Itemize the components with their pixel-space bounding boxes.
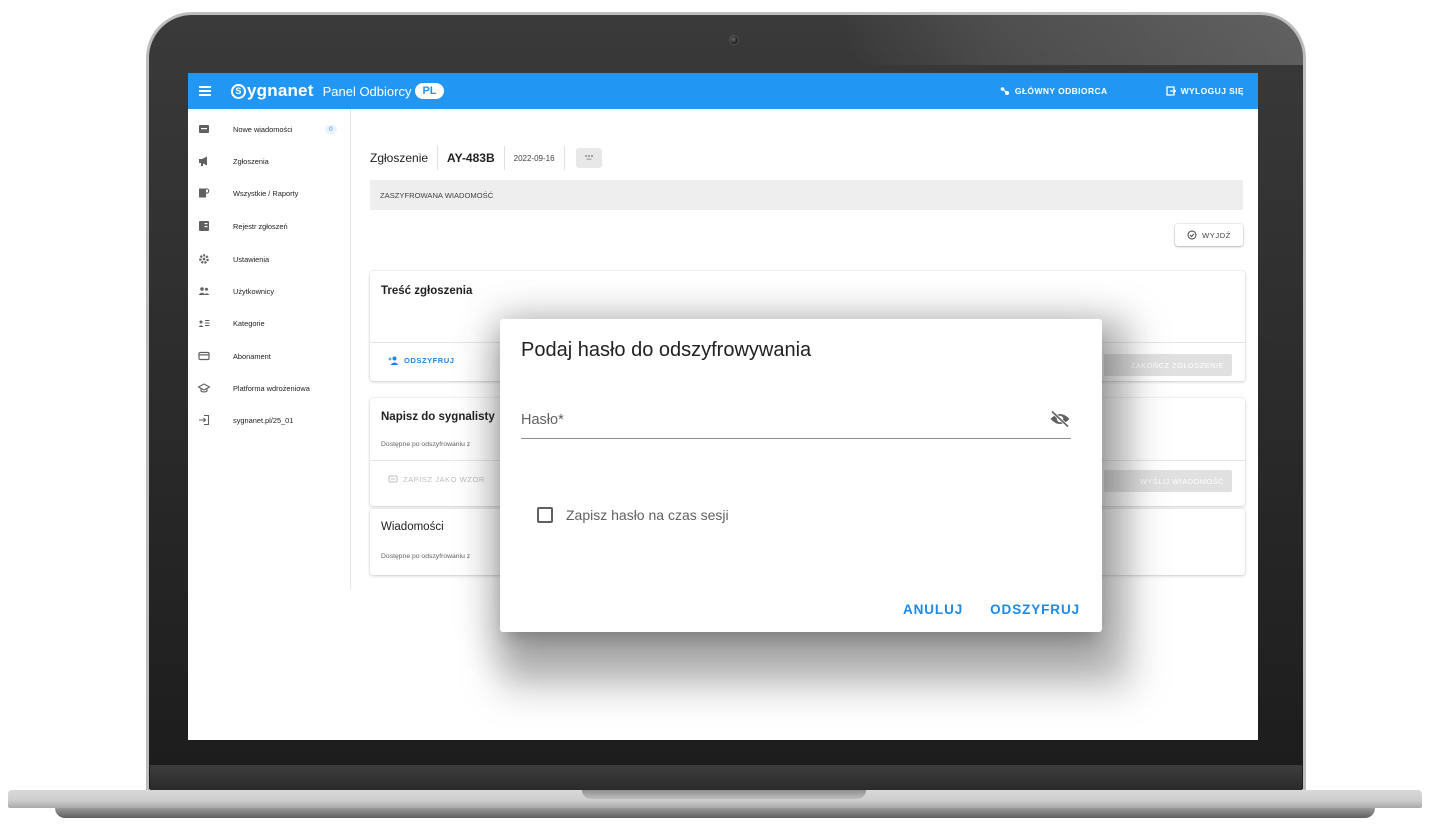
messages-card-title: Wiadomości (381, 521, 444, 533)
sidebar-item-label: Użytkownicy (233, 286, 275, 296)
sidebar-item-settings[interactable]: Ustawienia (188, 249, 351, 269)
sidebar-item-label: Wszystkie / Raporty (233, 188, 299, 198)
case-id: AY-483B (447, 151, 495, 165)
laptop-bottom-bezel (150, 765, 1302, 791)
remember-password-label: Zapisz hasło na czas sesji (566, 507, 729, 523)
sidebar-item-label: Kategorie (233, 318, 265, 328)
main-recipient-button[interactable]: GŁÓWNY ODBIORCA (1000, 86, 1108, 96)
report-search-icon (199, 188, 210, 198)
app-bar: S ygnanet Panel Odbiorcy PL GŁÓWNY ODBIO… (188, 73, 1258, 109)
case-content-title: Treść zgłoszenia (381, 285, 473, 297)
credit-card-icon (198, 351, 210, 361)
gear-icon (199, 254, 209, 264)
sidebar-item-external-link[interactable]: sygnanet.pl/25_01 (188, 410, 351, 430)
write-card-subtitle: Dostępne po odszyfrowaniu z (381, 441, 471, 448)
write-card-title: Napisz do sygnalisty (381, 411, 495, 423)
laptop-screen: S ygnanet Panel Odbiorcy PL GŁÓWNY ODBIO… (188, 73, 1258, 740)
case-date: 2022-09-16 (513, 153, 555, 163)
sidebar-item-reports[interactable]: Zgłoszenia (188, 151, 351, 171)
language-badge[interactable]: PL (415, 83, 444, 99)
sidebar-item-label: Rejestr zgłoszeń (233, 221, 288, 231)
finish-case-label: ZAKOŃCZ ZGŁOSZENIE (1130, 360, 1224, 370)
decrypt-content-label: ODSZYFRUJ (404, 356, 455, 365)
brand-name: ygnanet (247, 81, 314, 100)
laptop-base-bottom (55, 808, 1375, 818)
register-book-icon (199, 221, 209, 231)
decrypt-button[interactable]: ODSZYFRUJ (990, 602, 1080, 617)
visibility-off-icon[interactable] (1049, 410, 1071, 428)
external-login-icon (199, 414, 210, 426)
sidebar-item-register[interactable]: Rejestr zgłoszeń (188, 216, 351, 236)
save-as-template-button[interactable]: ZAPISZ JAKO WZOR (388, 475, 485, 484)
checkbox-box[interactable] (537, 507, 553, 523)
panel-label: Panel Odbiorcy (322, 83, 412, 99)
sidebar-item-label: Abonament (233, 351, 271, 361)
logout-icon (1165, 86, 1176, 96)
brand-logo[interactable]: S ygnanet (231, 81, 314, 101)
laptop-base-notch (582, 790, 866, 799)
sidebar-item-categories[interactable]: Kategorie (188, 313, 351, 333)
check-circle-icon (1187, 230, 1197, 240)
case-attachment-chip[interactable] (575, 148, 602, 168)
sidebar-item-label: Platforma wdrożeniowa (233, 383, 310, 393)
remember-password-checkbox[interactable]: Zapisz hasło na czas sesji (537, 507, 729, 523)
messages-card-subtitle: Dostępne po odszyfrowaniu z (381, 553, 471, 560)
exit-button[interactable]: WYJDŹ (1175, 224, 1243, 246)
save-as-template-label: ZAPISZ JAKO WZOR (403, 475, 485, 484)
dialog-title: Podaj hasło do odszyfrowywania (521, 339, 812, 361)
sidebar-item-subscription[interactable]: Abonament (188, 346, 351, 366)
password-label: Hasło* (521, 412, 564, 428)
decrypt-password-dialog: Podaj hasło do odszyfrowywania Hasło* Za… (500, 319, 1102, 632)
sidebar: Nowe wiadomości 0 Zgłoszenia Wszystkie /… (188, 109, 351, 589)
logout-label: WYLOGUJ SIĘ (1180, 86, 1244, 96)
dialog-actions: ANULUJ ODSZYFRUJ (876, 602, 1080, 617)
users-icon (198, 287, 210, 295)
category-list-icon (198, 320, 210, 327)
case-word: Zgłoszenie (370, 151, 429, 165)
template-save-icon (388, 475, 398, 483)
person-add-icon (388, 356, 399, 365)
inbox-icon (199, 125, 209, 133)
cancel-button[interactable]: ANULUJ (903, 602, 963, 617)
exit-label: WYJDŹ (1202, 230, 1231, 240)
new-messages-count-badge: 0 (325, 124, 337, 134)
case-header: Zgłoszenie AY-483B 2022-09-16 (370, 146, 602, 170)
sidebar-item-label: Zgłoszenia (233, 156, 269, 166)
send-message-label: WYŚLIJ WIADOMOŚĆ (1140, 476, 1224, 486)
laptop-base (0, 790, 1430, 825)
main-recipient-label: GŁÓWNY ODBIORCA (1014, 86, 1108, 96)
password-field[interactable]: Hasło* (521, 399, 1071, 439)
sidebar-item-label: Ustawienia (233, 254, 270, 264)
qr-code-icon (584, 155, 593, 160)
sidebar-item-new-messages[interactable]: Nowe wiadomości 0 (188, 119, 351, 139)
graduation-cap-icon (198, 383, 210, 393)
logout-button[interactable]: WYLOGUJ SIĘ (1165, 86, 1244, 96)
chevron-down-icon[interactable] (198, 158, 206, 164)
sidebar-item-all-reports[interactable]: Wszystkie / Raporty (188, 183, 351, 203)
decrypt-content-button[interactable]: ODSZYFRUJ (388, 356, 455, 365)
sidebar-item-label: sygnanet.pl/25_01 (233, 415, 294, 425)
sidebar-item-users[interactable]: Użytkownicy (188, 281, 351, 301)
lid-reflection (821, 15, 1303, 65)
sidebar-item-onboarding-platform[interactable]: Platforma wdrożeniowa (188, 378, 351, 398)
hamburger-menu-icon[interactable] (199, 86, 213, 96)
webcam-icon (729, 35, 739, 45)
sidebar-item-label: Nowe wiadomości (233, 124, 293, 134)
brand-initial: S (231, 83, 246, 99)
recipient-nodes-icon (1000, 87, 1009, 95)
encrypted-message-bar: ZASZYFROWANA WIADOMOŚĆ (370, 180, 1243, 210)
